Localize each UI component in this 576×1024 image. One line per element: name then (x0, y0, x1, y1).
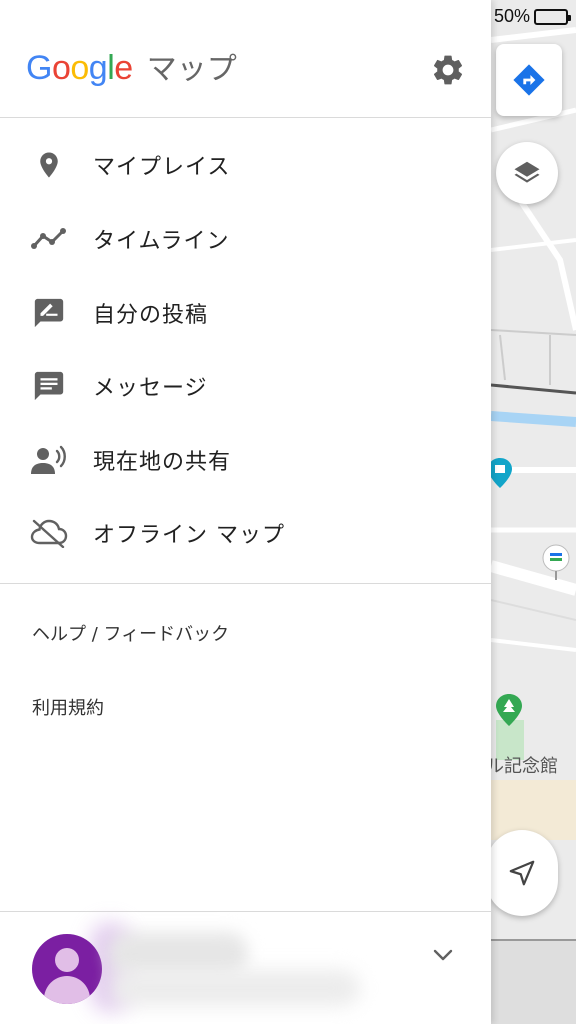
place-pin-icon (30, 146, 68, 184)
help-feedback-link[interactable]: ヘルプ / フィードバック (32, 620, 229, 646)
avatar-head-shape (55, 948, 79, 972)
menu-item-label: 自分の投稿 (93, 303, 209, 328)
google-wordmark: Google (26, 49, 133, 88)
layers-icon (514, 161, 540, 183)
directions-button[interactable] (496, 44, 562, 116)
status-battery: 50% (493, 6, 571, 27)
settings-button[interactable] (428, 50, 468, 90)
avatar-body-shape (44, 976, 90, 1004)
account-switcher[interactable] (0, 911, 491, 1024)
menu-item-my-places[interactable]: マイプレイス (0, 128, 491, 202)
drawer-header: Google マップ (0, 0, 491, 118)
chevron-down-icon[interactable] (430, 942, 456, 968)
app-title-suffix: マップ (146, 52, 237, 87)
menu-divider (0, 583, 491, 584)
battery-percent: 50% (493, 6, 530, 26)
gear-icon (433, 55, 463, 85)
menu-item-label: 現在地の共有 (93, 450, 232, 475)
message-icon (30, 367, 68, 405)
menu-item-label: タイムライン (93, 229, 230, 254)
my-location-button[interactable] (486, 830, 558, 916)
logo-letter: o (70, 49, 89, 87)
menu-item-timeline[interactable]: タイムライン (0, 202, 491, 276)
avatar[interactable] (32, 934, 102, 1004)
menu-item-label: オフライン マップ (93, 523, 285, 548)
contribute-icon (30, 294, 68, 332)
map-memorial-label: ル記念館 (486, 756, 558, 777)
logo-letter: o (51, 49, 71, 87)
menu-item-messages[interactable]: メッセージ (0, 349, 491, 423)
battery-icon (534, 8, 571, 25)
account-email-redacted (110, 970, 360, 1006)
logo-letter: G (26, 49, 52, 87)
menu-item-offline-maps[interactable]: オフライン マップ (0, 496, 491, 570)
bus-stop-pin-icon[interactable] (541, 544, 571, 580)
logo-letter: l (107, 49, 115, 87)
logo-letter: g (88, 49, 108, 87)
museum-pin-icon[interactable] (488, 458, 512, 488)
navigation-drawer: Google マップ マイプレイス タイムライン 自分の投稿 メッセージ 現在地… (0, 0, 491, 1024)
menu-item-location-sharing[interactable]: 現在地の共有 (0, 423, 491, 497)
menu-item-contributions[interactable]: 自分の投稿 (0, 276, 491, 350)
timeline-icon (30, 220, 68, 258)
menu-item-label: マイプレイス (93, 155, 231, 180)
offline-cloud-icon (30, 514, 68, 552)
park-pin-icon[interactable] (496, 694, 522, 726)
logo-letter: e (114, 49, 133, 87)
location-sharing-icon (30, 441, 68, 479)
navigation-arrow-icon (509, 860, 535, 886)
directions-icon (513, 64, 545, 96)
terms-link[interactable]: 利用規約 (32, 694, 104, 720)
google-maps-logo: Google マップ (26, 44, 237, 88)
layers-button[interactable] (496, 142, 558, 204)
menu-item-label: メッセージ (93, 376, 208, 401)
